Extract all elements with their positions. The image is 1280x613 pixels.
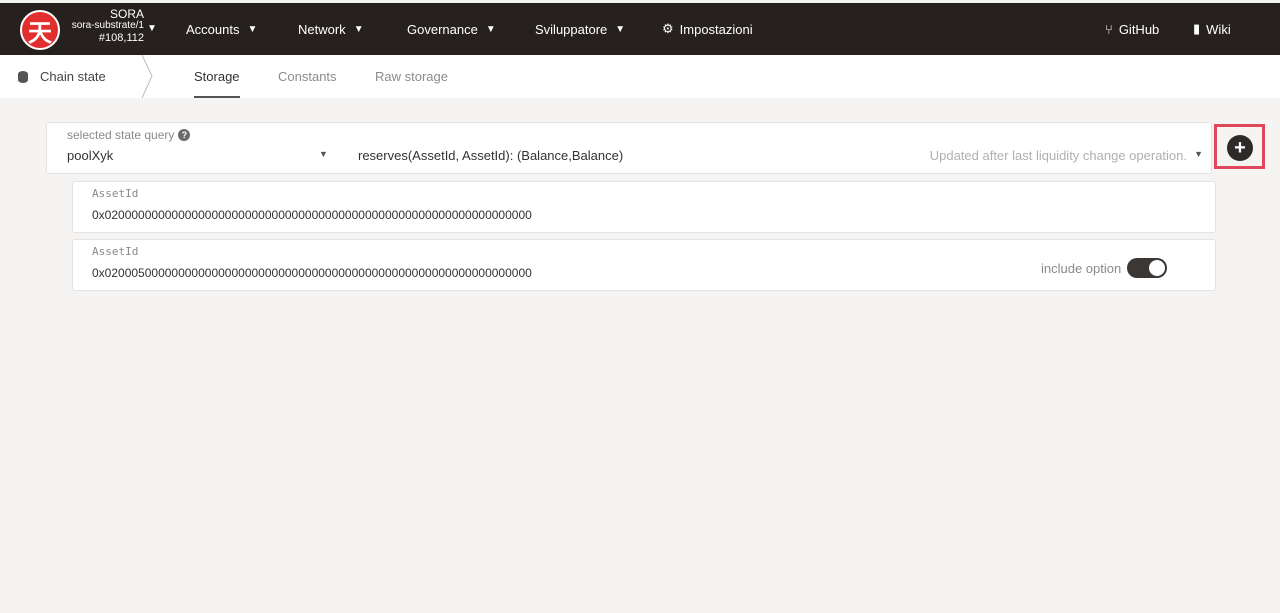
nav-accounts-label: Accounts bbox=[186, 21, 240, 37]
nav-settings[interactable]: ⚙ Impostazioni bbox=[662, 3, 753, 55]
sub-navbar: Chain state Storage Constants Raw storag… bbox=[0, 55, 1280, 98]
cogs-icon: ⚙ bbox=[662, 21, 674, 36]
method-description: Updated after last liquidity change oper… bbox=[929, 148, 1187, 163]
tab-constants[interactable]: Constants bbox=[278, 55, 337, 98]
chevron-down-icon: ▼ bbox=[615, 23, 626, 35]
chain-spec: sora-substrate/1 bbox=[71, 20, 144, 31]
book-icon: ▮ bbox=[1193, 21, 1201, 36]
nav-wiki[interactable]: ▮ Wiki bbox=[1193, 3, 1231, 55]
chain-selector[interactable]: SORA sora-substrate/1 #108,112 bbox=[66, 8, 144, 44]
code-branch-icon: ⑂ bbox=[1105, 21, 1113, 37]
section-title: Chain state bbox=[18, 55, 106, 98]
nav-developer[interactable]: Sviluppatore ▼ bbox=[535, 3, 625, 55]
method-dropdown[interactable]: reserves(AssetId, AssetId): (Balance,Bal… bbox=[358, 148, 623, 163]
chain-name: SORA bbox=[109, 7, 144, 21]
param-input[interactable]: 0x02000500000000000000000000000000000000… bbox=[92, 266, 532, 280]
nav-wiki-label: Wiki bbox=[1206, 21, 1231, 37]
toggle-knob bbox=[1149, 260, 1166, 276]
tab-storage[interactable]: Storage bbox=[194, 55, 240, 98]
add-query-button[interactable]: + bbox=[1227, 135, 1253, 161]
nav-network-label: Network bbox=[298, 21, 346, 37]
nav-github[interactable]: ⑂ GitHub bbox=[1105, 3, 1159, 55]
include-option: include option bbox=[1041, 258, 1168, 278]
nav-network[interactable]: Network ▼ bbox=[298, 3, 364, 55]
add-query-highlight: + bbox=[1214, 124, 1265, 169]
module-dropdown[interactable]: poolXyk bbox=[67, 148, 113, 163]
param-label: AssetId bbox=[92, 245, 139, 258]
param-input[interactable]: 0x02000000000000000000000000000000000000… bbox=[92, 208, 532, 222]
help-icon[interactable]: ? bbox=[178, 129, 191, 141]
param-asset-id-1[interactable]: AssetId 0x020000000000000000000000000000… bbox=[72, 181, 1216, 233]
chevron-down-icon: ▼ bbox=[247, 23, 258, 35]
nav-settings-label: Impostazioni bbox=[679, 21, 753, 37]
section-title-label: Chain state bbox=[40, 69, 106, 84]
best-block: #108,112 bbox=[98, 32, 144, 44]
breadcrumb-chevron-icon bbox=[141, 55, 153, 98]
query-label-text: selected state query bbox=[67, 128, 175, 142]
nav-governance-label: Governance bbox=[407, 21, 478, 37]
nav-governance[interactable]: Governance ▼ bbox=[407, 3, 496, 55]
param-label: AssetId bbox=[92, 187, 139, 200]
query-label: selected state query ? bbox=[67, 128, 191, 142]
state-query-selector: selected state query ? poolXyk ▼ reserve… bbox=[46, 122, 1212, 174]
include-option-toggle[interactable] bbox=[1127, 258, 1168, 278]
include-option-label: include option bbox=[1041, 260, 1122, 276]
nav-accounts[interactable]: Accounts ▼ bbox=[186, 3, 257, 55]
tab-raw-storage[interactable]: Raw storage bbox=[375, 55, 448, 98]
sora-logo-icon[interactable]: 天 bbox=[20, 10, 60, 50]
database-icon bbox=[18, 70, 28, 83]
param-asset-id-2[interactable]: AssetId 0x020005000000000000000000000000… bbox=[72, 239, 1216, 291]
chevron-down-icon[interactable]: ▼ bbox=[1194, 149, 1203, 159]
nav-github-label: GitHub bbox=[1118, 21, 1160, 37]
chevron-down-icon[interactable]: ▼ bbox=[147, 23, 157, 34]
chevron-down-icon: ▼ bbox=[485, 23, 496, 35]
nav-developer-label: Sviluppatore bbox=[535, 21, 608, 37]
top-navbar: 天 SORA sora-substrate/1 #108,112 ▼ Accou… bbox=[0, 0, 1280, 55]
chevron-down-icon[interactable]: ▼ bbox=[319, 149, 328, 159]
chevron-down-icon: ▼ bbox=[353, 23, 364, 35]
